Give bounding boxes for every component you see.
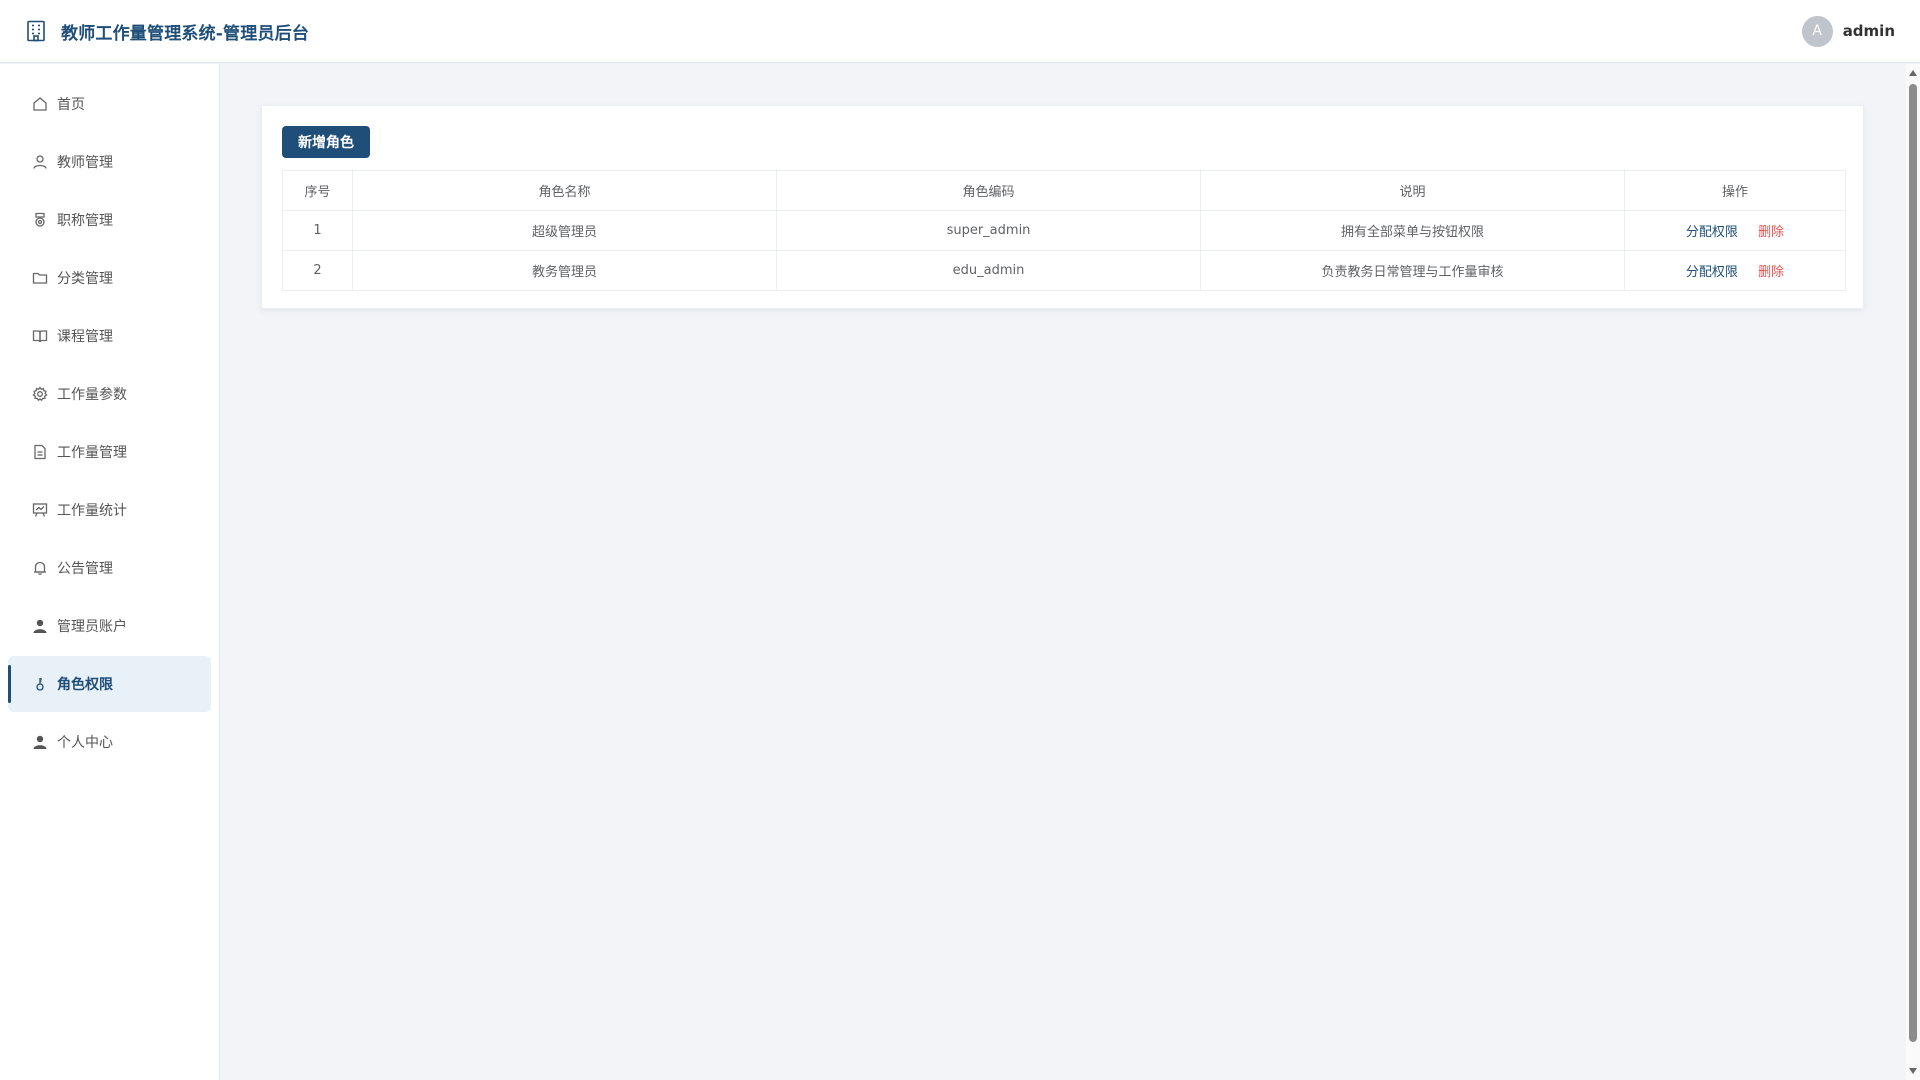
sidebar-item-teachers[interactable]: 教师管理 — [8, 134, 211, 190]
sidebar-item-label: 工作量统计 — [57, 503, 127, 519]
folder-icon — [31, 269, 49, 287]
user-filled-icon — [31, 617, 49, 635]
cell-index: 2 — [282, 250, 353, 291]
column-header-code: 角色编码 — [776, 170, 1201, 211]
column-header-desc: 说明 — [1200, 170, 1625, 211]
document-icon — [31, 443, 49, 461]
sidebar-item-label: 工作量管理 — [57, 445, 127, 461]
assign-permissions-link[interactable]: 分配权限 — [1686, 265, 1738, 280]
sidebar-item-workload-manage[interactable]: 工作量管理 — [8, 424, 211, 480]
roles-card: 新增角色 序号 角色名称 角色编码 说明 操作 1 超级管理员 super_ad… — [261, 105, 1864, 309]
scroll-down-icon[interactable] — [1909, 1068, 1917, 1074]
cell-desc: 负责教务日常管理与工作量审核 — [1200, 250, 1625, 291]
sidebar-item-label: 角色权限 — [57, 677, 113, 693]
cell-actions: 分配权限 删除 — [1624, 210, 1846, 251]
badge-icon — [31, 211, 49, 229]
table-row: 1 超级管理员 super_admin 拥有全部菜单与按钮权限 分配权限 删除 — [282, 210, 1846, 251]
gear-icon — [31, 385, 49, 403]
cell-code: edu_admin — [776, 250, 1201, 291]
user-icon — [31, 153, 49, 171]
sidebar-item-categories[interactable]: 分类管理 — [8, 250, 211, 306]
avatar[interactable]: A — [1801, 15, 1833, 47]
scroll-up-icon[interactable] — [1909, 70, 1917, 76]
sidebar-item-label: 首页 — [57, 97, 85, 113]
delete-link[interactable]: 删除 — [1758, 265, 1784, 280]
top-header: 教师工作量管理系统-管理员后台 A admin — [0, 0, 1920, 63]
cell-actions: 分配权限 删除 — [1624, 250, 1846, 291]
sidebar-item-label: 职称管理 — [57, 213, 113, 229]
column-header-actions: 操作 — [1624, 170, 1846, 211]
column-header-index: 序号 — [282, 170, 353, 211]
sidebar-item-profile[interactable]: 个人中心 — [8, 714, 211, 770]
sidebar-item-admin-accounts[interactable]: 管理员账户 — [8, 598, 211, 654]
assign-permissions-link[interactable]: 分配权限 — [1686, 225, 1738, 240]
sidebar-item-home[interactable]: 首页 — [8, 76, 211, 132]
sidebar-item-notices[interactable]: 公告管理 — [8, 540, 211, 596]
sidebar-item-label: 教师管理 — [57, 155, 113, 171]
cell-name: 教务管理员 — [352, 250, 777, 291]
key-icon — [31, 675, 49, 693]
cell-index: 1 — [282, 210, 353, 251]
bell-icon — [31, 559, 49, 577]
sidebar: 首页 教师管理 职称管理 分类管理 课程管理 工作量参数 工作量管理 工作量统计… — [0, 64, 220, 1080]
add-role-button[interactable]: 新增角色 — [282, 126, 370, 158]
chart-board-icon — [31, 501, 49, 519]
sidebar-item-courses[interactable]: 课程管理 — [8, 308, 211, 364]
delete-link[interactable]: 删除 — [1758, 225, 1784, 240]
sidebar-item-titles[interactable]: 职称管理 — [8, 192, 211, 248]
sidebar-item-label: 课程管理 — [57, 329, 113, 345]
sidebar-item-label: 公告管理 — [57, 561, 113, 577]
sidebar-item-label: 个人中心 — [57, 735, 113, 751]
column-header-name: 角色名称 — [352, 170, 777, 211]
brand: 教师工作量管理系统-管理员后台 — [26, 19, 309, 44]
sidebar-item-roles[interactable]: 角色权限 — [8, 656, 211, 712]
cell-name: 超级管理员 — [352, 210, 777, 251]
username[interactable]: admin — [1843, 22, 1895, 40]
app-title: 教师工作量管理系统-管理员后台 — [61, 23, 310, 44]
cell-code: super_admin — [776, 210, 1201, 251]
sidebar-item-label: 管理员账户 — [57, 619, 127, 635]
home-icon — [31, 95, 49, 113]
user-filled-icon — [31, 733, 49, 751]
sidebar-item-label: 工作量参数 — [57, 387, 127, 403]
sidebar-item-label: 分类管理 — [57, 271, 113, 287]
user-menu[interactable]: A admin — [1801, 15, 1895, 47]
book-icon — [31, 327, 49, 345]
table-row: 2 教务管理员 edu_admin 负责教务日常管理与工作量审核 分配权限 删除 — [282, 250, 1846, 291]
roles-table: 序号 角色名称 角色编码 说明 操作 1 超级管理员 super_admin 拥… — [282, 170, 1846, 291]
building-icon — [26, 20, 48, 42]
sidebar-item-workload-params[interactable]: 工作量参数 — [8, 366, 211, 422]
scrollbar-thumb[interactable] — [1909, 84, 1917, 1042]
sidebar-item-workload-stats[interactable]: 工作量统计 — [8, 482, 211, 538]
vertical-scrollbar[interactable] — [1906, 64, 1920, 1080]
cell-desc: 拥有全部菜单与按钮权限 — [1200, 210, 1625, 251]
table-header-row: 序号 角色名称 角色编码 说明 操作 — [282, 170, 1846, 211]
